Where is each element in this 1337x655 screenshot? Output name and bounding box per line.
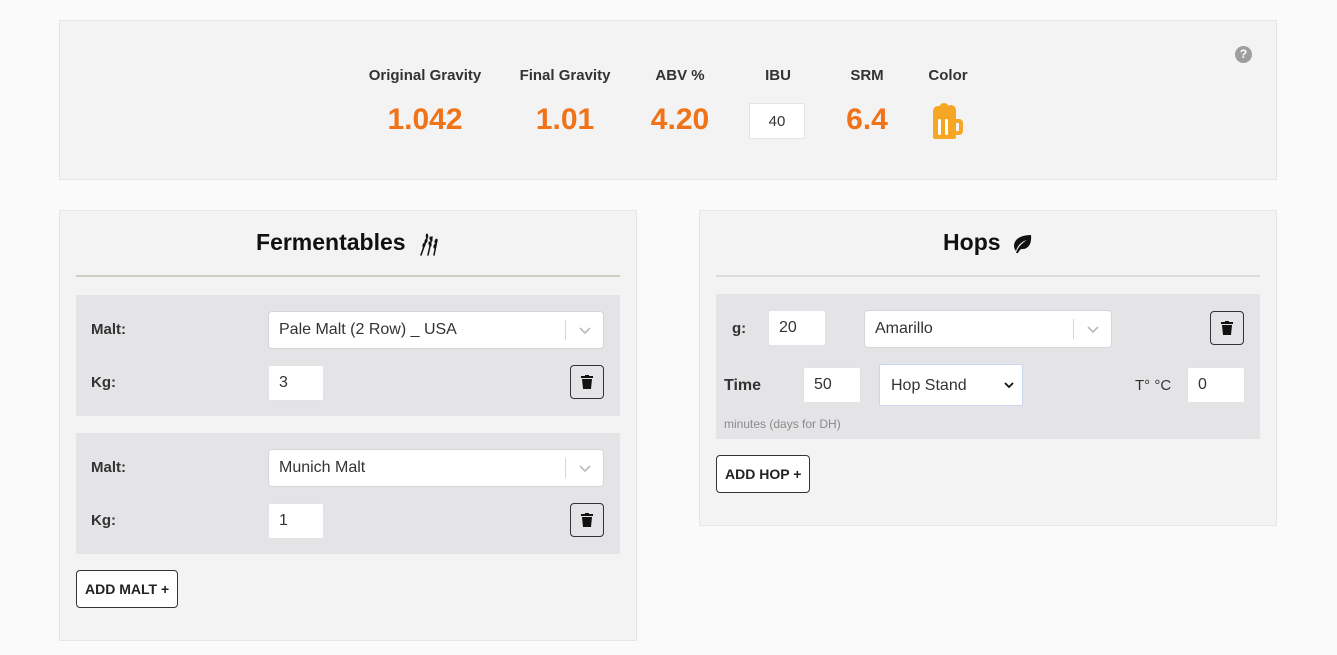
trash-icon <box>1221 321 1233 335</box>
wheat-icon <box>420 233 438 256</box>
srm-label: SRM <box>850 67 884 84</box>
final-gravity-label: Final Gravity <box>519 67 611 84</box>
add-hop-button[interactable]: ADD HOP + <box>716 455 811 493</box>
hops-panel: Hops g: Amarillo Time Hop Stand <box>699 210 1277 526</box>
kg-label: Kg: <box>91 512 116 529</box>
time-input[interactable] <box>803 367 861 403</box>
stats-panel: ? Original Gravity 1.042 Final Gravity 1… <box>59 20 1277 180</box>
trash-icon <box>581 513 593 527</box>
chevron-down-icon[interactable] <box>578 323 592 337</box>
trash-icon <box>581 375 593 389</box>
final-gravity-value: 1.01 <box>535 103 595 136</box>
time-hint: minutes (days for DH) <box>724 417 841 431</box>
fermentables-panel: Fermentables Malt: Pale Malt (2 Row) _ U… <box>59 210 637 641</box>
chevron-down-icon <box>1004 382 1014 389</box>
temperature-input[interactable] <box>1187 367 1245 403</box>
malt-label: Malt: <box>91 321 126 338</box>
malt-card: Malt: Munich Malt Kg: <box>76 433 620 554</box>
delete-malt-button[interactable] <box>570 503 604 537</box>
original-gravity-label: Original Gravity <box>368 67 482 84</box>
beer-mug-icon <box>933 103 963 139</box>
malt-select[interactable]: Pale Malt (2 Row) _ USA <box>268 311 604 349</box>
add-malt-button[interactable]: ADD MALT + <box>76 570 179 608</box>
kg-label: Kg: <box>91 374 116 391</box>
fermentables-title: Fermentables <box>256 229 406 255</box>
abv-label: ABV % <box>655 67 705 84</box>
malt-select[interactable]: Munich Malt <box>268 449 604 487</box>
grams-label: g: <box>732 320 747 337</box>
malt-select-value: Pale Malt (2 Row) _ USA <box>279 321 457 338</box>
hops-title: Hops <box>943 229 1001 255</box>
hop-variety-select[interactable]: Amarillo <box>864 310 1112 348</box>
ibu-label: IBU <box>765 67 791 84</box>
malt-card: Malt: Pale Malt (2 Row) _ USA Kg: <box>76 295 620 416</box>
hop-variety-value: Amarillo <box>875 320 933 337</box>
question-circle-icon[interactable]: ? <box>1235 46 1252 63</box>
select-separator <box>565 458 566 478</box>
select-separator <box>1073 319 1074 339</box>
chevron-down-icon[interactable] <box>1086 322 1100 336</box>
hop-use-value: Hop Stand <box>891 377 967 394</box>
delete-malt-button[interactable] <box>570 365 604 399</box>
kg-input[interactable] <box>268 503 324 539</box>
grams-input[interactable] <box>768 310 826 346</box>
time-label: Time <box>724 377 762 394</box>
srm-value: 6.4 <box>846 103 888 136</box>
hop-card: g: Amarillo Time Hop Stand T° °C <box>716 294 1260 439</box>
original-gravity-value: 1.042 <box>387 103 463 136</box>
hop-use-select[interactable]: Hop Stand <box>879 364 1023 406</box>
ibu-input[interactable] <box>749 103 805 139</box>
select-separator <box>565 320 566 340</box>
delete-hop-button[interactable] <box>1210 311 1244 345</box>
leaf-icon <box>1013 234 1032 253</box>
malt-label: Malt: <box>91 459 126 476</box>
fermentables-heading: Fermentables <box>76 225 620 277</box>
malt-select-value: Munich Malt <box>279 459 366 476</box>
temperature-label: T° °C <box>1135 377 1172 394</box>
kg-input[interactable] <box>268 365 324 401</box>
chevron-down-icon[interactable] <box>578 461 592 475</box>
abv-value: 4.20 <box>650 103 710 136</box>
hops-heading: Hops <box>716 225 1260 277</box>
color-label: Color <box>928 67 968 84</box>
